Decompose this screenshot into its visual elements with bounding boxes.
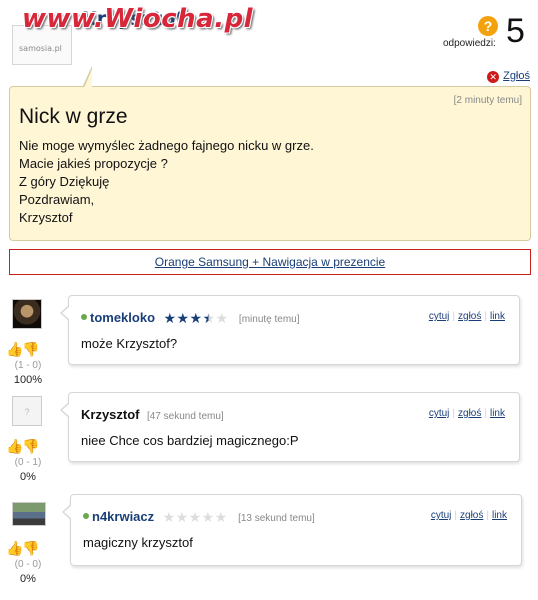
vote-buttons: 👍👎 bbox=[6, 540, 50, 556]
avatar[interactable]: ? bbox=[12, 396, 42, 426]
answer-author[interactable]: Krzysztof bbox=[81, 407, 140, 422]
vote-percent: 100% bbox=[13, 374, 43, 386]
user-rating: ★★★★★ bbox=[163, 310, 228, 328]
permalink[interactable]: link bbox=[490, 408, 505, 419]
answer-time: [47 sekund temu] bbox=[146, 411, 224, 422]
report-label: Zgłoś bbox=[503, 70, 530, 82]
thumb-down-icon[interactable]: 👎 bbox=[22, 341, 39, 357]
star-icon: ★ bbox=[176, 310, 190, 326]
star-icon: ★ bbox=[188, 509, 202, 525]
bubble-tail-fill bbox=[62, 403, 70, 417]
close-circle-icon: ✕ bbox=[487, 71, 500, 83]
vote-count: (0 - 1) bbox=[14, 457, 42, 468]
answer-actions: cytuj | zgłoś | link bbox=[430, 510, 507, 521]
vote-count: (0 - 0) bbox=[14, 559, 42, 570]
question-line: Nie moge wymyślec żadnego fajnego nicku … bbox=[19, 138, 314, 153]
answer-time: [minutę temu] bbox=[238, 314, 300, 325]
thumb-up-icon[interactable]: 👍 bbox=[6, 540, 23, 556]
star-icon: ★ bbox=[214, 509, 228, 525]
report-question-link[interactable]: ✕ Zgłoś bbox=[487, 70, 530, 83]
star-icon: ★ bbox=[162, 509, 176, 525]
thumb-up-icon[interactable]: 👍 bbox=[6, 341, 23, 357]
answer-header: Krzysztof [47 sekund temu] bbox=[81, 406, 224, 422]
report-link[interactable]: zgłoś bbox=[458, 311, 481, 322]
answer-bubble: Krzysztof [47 sekund temu] cytuj | zgłoś | l… bbox=[60, 392, 520, 462]
star-icon: ★ bbox=[202, 310, 216, 326]
report-link[interactable]: zgłoś bbox=[460, 510, 483, 521]
vote-buttons: 👍👎 bbox=[6, 438, 50, 454]
star-icon: ★ bbox=[189, 310, 203, 326]
vote-percent: 0% bbox=[20, 471, 36, 483]
question-body: Nie moge wymyślec żadnego fajnego nicku … bbox=[19, 137, 314, 227]
thumb-down-icon[interactable]: 👎 bbox=[22, 540, 39, 556]
report-link[interactable]: zgłoś bbox=[458, 408, 481, 419]
vote-count: (1 - 0) bbox=[14, 360, 42, 371]
online-status-icon bbox=[83, 513, 89, 519]
answer-text: może Krzysztof? bbox=[81, 336, 178, 351]
answer-actions: cytuj | zgłoś | link bbox=[428, 408, 505, 419]
thumb-up-icon[interactable]: 👍 bbox=[6, 438, 23, 454]
answer-author[interactable]: n4krwiacz bbox=[92, 509, 154, 524]
avatar-logo-text: samosia.pl bbox=[19, 44, 62, 53]
answer-bubble: n4krwiacz ★★★★★ [13 sekund temu] cytuj | z… bbox=[62, 494, 522, 566]
quote-link[interactable]: cytuj bbox=[429, 408, 450, 419]
answer-text: magiczny krzysztof bbox=[83, 535, 193, 550]
avatar[interactable] bbox=[12, 502, 46, 526]
avatar[interactable] bbox=[12, 299, 42, 329]
answer-header: n4krwiacz ★★★★★ [13 sekund temu] bbox=[83, 508, 315, 524]
answer-author[interactable]: tomekloko bbox=[90, 310, 155, 325]
online-status-icon bbox=[81, 314, 87, 320]
star-icon: ★ bbox=[215, 310, 229, 326]
question-time: [2 minuty temu] bbox=[453, 95, 522, 106]
question-line: Z góry Dziękuję bbox=[19, 174, 110, 189]
bubble-tail-fill bbox=[64, 505, 72, 519]
bubble-tail-fill bbox=[62, 306, 70, 320]
answer-text: niee Chce cos bardziej magicznego:P bbox=[81, 433, 299, 448]
answers-count: 5 bbox=[506, 12, 525, 50]
star-icon: ★ bbox=[201, 509, 215, 525]
permalink[interactable]: link bbox=[490, 311, 505, 322]
answers-label: odpowiedzi: bbox=[443, 38, 496, 49]
question-bubble-tail-fill bbox=[84, 69, 92, 88]
site-watermark: www.Wiocha.pl bbox=[22, 4, 254, 34]
vote-buttons: 👍👎 bbox=[6, 341, 50, 357]
question-line: Krzysztof bbox=[19, 210, 73, 225]
answer-time: [13 sekund temu] bbox=[238, 513, 315, 524]
ad-banner: Orange Samsung + Nawigacja w prezencie bbox=[9, 249, 531, 275]
question-line: Pozdrawiam, bbox=[19, 192, 95, 207]
quote-link[interactable]: cytuj bbox=[429, 311, 450, 322]
permalink[interactable]: link bbox=[492, 510, 507, 521]
ad-link[interactable]: Orange Samsung + Nawigacja w prezencie bbox=[155, 255, 385, 269]
user-rating: ★★★★★ bbox=[163, 509, 228, 527]
quote-link[interactable]: cytuj bbox=[431, 510, 452, 521]
star-icon: ★ bbox=[175, 509, 189, 525]
answer-bubble: tomekloko ★★★★★ [minutę temu] cytuj | zgło… bbox=[60, 295, 520, 365]
question-bubble-icon: ? bbox=[478, 16, 498, 36]
answer-actions: cytuj | zgłoś | link bbox=[428, 311, 505, 322]
star-icon: ★ bbox=[163, 310, 177, 326]
question-line: Macie jakieś propozycje ? bbox=[19, 156, 168, 171]
question-header: samosia.pl Krzysztof www.Wiocha.pl ? odp… bbox=[0, 0, 538, 90]
answer-header: tomekloko ★★★★★ [minutę temu] bbox=[81, 309, 300, 325]
thumb-down-icon[interactable]: 👎 bbox=[22, 438, 39, 454]
question-box: [2 minuty temu] Nick w grze Nie moge wym… bbox=[9, 86, 531, 241]
vote-percent: 0% bbox=[20, 573, 36, 585]
question-title: Nick w grze bbox=[19, 105, 128, 128]
